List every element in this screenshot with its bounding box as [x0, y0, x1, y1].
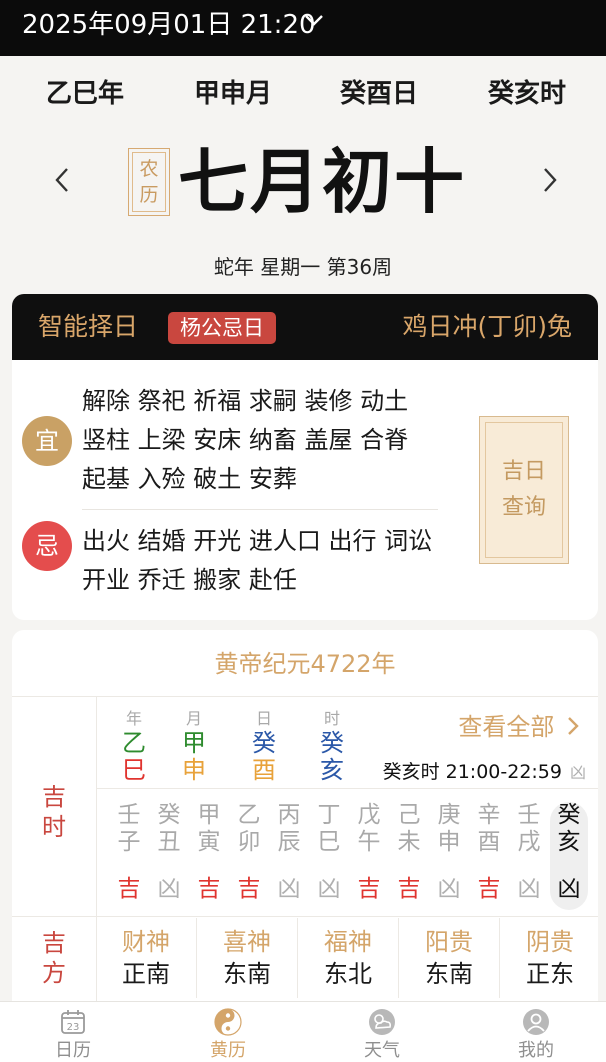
lunar-tag: 农 历 [128, 148, 170, 216]
day-pillar: 日 癸 酉 [252, 709, 276, 784]
yi-ji-card: 智能择日 杨公忌日 鸡日冲(丁卯)兔 宜 解除 祭祀 祈福 求嗣 装修 动土 竖… [12, 294, 598, 620]
profile-icon [523, 1009, 549, 1035]
smart-date-select[interactable]: 智能择日 [38, 311, 138, 343]
tab-almanac[interactable]: 黄历 [178, 1006, 278, 1062]
hour-item[interactable]: 戊午吉 [350, 802, 388, 910]
direction-item: 喜神 东南 [223, 928, 271, 988]
direction-item: 福神 东北 [324, 928, 372, 988]
datetime-picker[interactable]: 2025年09月01日 21:20 [22, 8, 316, 42]
month-ganzhi: 甲申月 [194, 79, 273, 109]
chevron-down-icon[interactable] [304, 14, 324, 28]
ji-text: 出火 结婚 开光 进人口 出行 词讼 开业 乔迁 搬家 赴任 [82, 527, 433, 594]
lunar-date: 七月初十 [178, 141, 466, 223]
chevron-right-icon [568, 717, 579, 735]
era-title: 黄帝纪元4722年 [214, 650, 396, 678]
calendar-icon: 23 [61, 1010, 85, 1034]
lunar-sub-info: 蛇年 星期一 第36周 [213, 255, 393, 279]
day-ganzhi: 癸酉日 [340, 79, 419, 109]
year-ganzhi: 乙巳年 [46, 79, 125, 109]
hour-item[interactable]: 己未吉 [390, 802, 428, 910]
ganzhi-row: 乙巳年 甲申月 癸酉日 癸亥时 [0, 74, 606, 114]
lucky-directions-label: 吉 方 [42, 929, 66, 987]
current-hour-info: 癸亥时 21:00-22:59 凶 [382, 761, 586, 783]
month-pillar: 月 甲 申 [182, 709, 206, 784]
hour-item[interactable]: 癸丑凶 [150, 802, 188, 910]
direction-item: 财神 正南 [122, 928, 170, 988]
direction-item: 阴贵 正东 [526, 928, 574, 988]
tab-calendar[interactable]: 23 日历 [23, 1006, 123, 1062]
hour-item[interactable]: 壬子吉 [110, 802, 148, 910]
hours-card: 黄帝纪元4722年 吉 时 年 乙 巳 月 甲 申 日 癸 酉 时 癸 亥 查看… [12, 630, 598, 1010]
hour-item[interactable]: 丁巳凶 [310, 802, 348, 910]
lucky-day-query-button[interactable]: 吉日 查询 [479, 416, 569, 564]
direction-list: 财神 正南 喜神 东南 福神 东北 阳贵 东南 阴贵 正东 [96, 918, 598, 998]
yinyang-icon [214, 1008, 242, 1036]
hour-item[interactable]: 甲寅吉 [190, 802, 228, 910]
next-day-icon[interactable] [540, 165, 560, 195]
status-badge: 杨公忌日 [168, 312, 276, 344]
hour-item[interactable]: 辛酉吉 [470, 802, 508, 910]
ji-badge: 忌 [22, 521, 72, 571]
year-pillar: 年 乙 巳 [122, 709, 146, 784]
yi-badge: 宜 [22, 416, 72, 466]
lucky-hours-label: 吉 时 [42, 783, 66, 841]
hour-item[interactable]: 庚申凶 [430, 802, 468, 910]
direction-item: 阳贵 东南 [425, 928, 473, 988]
view-all-link[interactable]: 查看全部 [458, 710, 580, 744]
hour-pillar: 时 癸 亥 [320, 709, 344, 784]
hour-item[interactable]: 丙辰凶 [270, 802, 308, 910]
chong-info: 鸡日冲(丁卯)兔 [402, 312, 572, 341]
hour-item-current[interactable]: 癸亥凶 [550, 802, 588, 910]
tab-profile[interactable]: 我的 [486, 1006, 586, 1062]
hour-item[interactable]: 壬戌凶 [510, 802, 548, 910]
hour-ganzhi: 癸亥时 [488, 79, 567, 109]
bottom-tab-bar: 23 日历 黄历 天气 我的 [0, 1001, 606, 1062]
tab-weather[interactable]: 天气 [332, 1006, 432, 1062]
status-bar: 2025年09月01日 21:20 [0, 0, 606, 56]
svg-text:23: 23 [67, 1022, 80, 1033]
yi-text: 解除 祭祀 祈福 求嗣 装修 动土 竖柱 上梁 安床 纳畜 盖屋 合脊 起基 入… [82, 387, 409, 493]
divider [82, 509, 438, 510]
card-header: 智能择日 杨公忌日 鸡日冲(丁卯)兔 [12, 294, 598, 360]
hour-list: 壬子吉 癸丑凶 甲寅吉 乙卯吉 丙辰凶 丁巳凶 戊午吉 己未吉 庚申凶 辛酉吉 … [110, 802, 588, 910]
prev-day-icon[interactable] [52, 165, 72, 195]
hour-item[interactable]: 乙卯吉 [230, 802, 268, 910]
weather-icon [369, 1009, 395, 1035]
